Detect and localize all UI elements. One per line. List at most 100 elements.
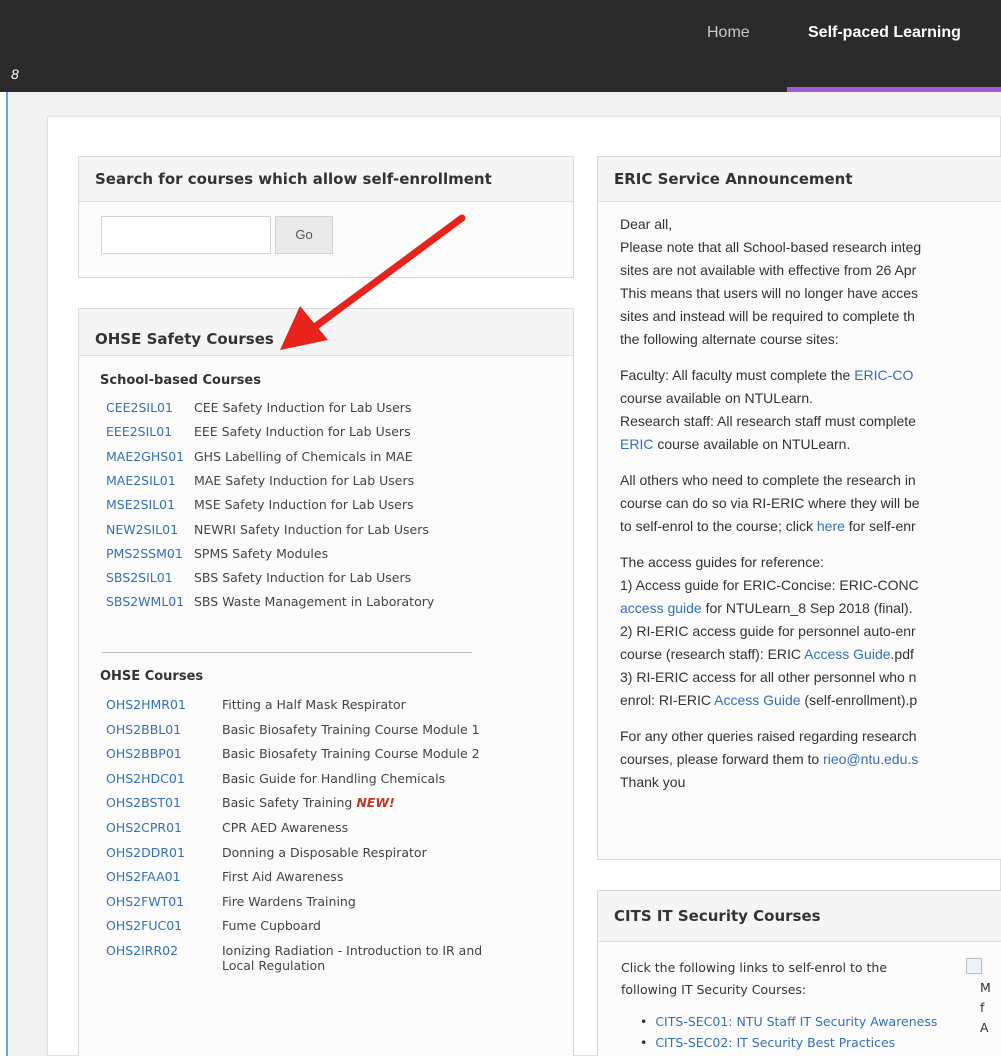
course-code-link[interactable]: OHS2BBP01 [106, 746, 182, 761]
others-line-3: to self-enrol to the course; click here … [620, 518, 916, 534]
course-row: MAE2SIL01 MAE Safety Induction for Lab Us… [106, 473, 566, 493]
guide-line: enrol: RI-ERIC Access Guide (self-enroll… [620, 692, 917, 708]
guide-line: access guide for NTULearn_8 Sep 2018 (fi… [620, 600, 913, 616]
course-name: Basic Biosafety Training Course Module 1 [222, 722, 480, 737]
active-tab-indicator [787, 87, 1001, 92]
guides-heading: The access guides for reference: [620, 554, 824, 570]
course-name: GHS Labelling of Chemicals in MAE [194, 449, 413, 464]
course-row: OHS2BST01 Basic Safety Training NEW! [106, 795, 566, 815]
notice-line: This means that users will no longer hav… [620, 285, 919, 301]
ri-eric-access-guide-link[interactable]: Access Guide [714, 692, 800, 708]
course-name: Donning a Disposable Respirator [222, 845, 427, 860]
self-enrol-here-link[interactable]: here [817, 518, 845, 534]
course-name-text: GHS Labelling of Chemicals in MAE [194, 448, 413, 464]
course-code-link[interactable]: OHS2BBL01 [106, 722, 181, 737]
course-code-link[interactable]: OHS2HDC01 [106, 771, 185, 786]
course-name: SBS Safety Induction for Lab Users [194, 570, 411, 585]
text: (self-enrollment).p [800, 692, 918, 708]
course-name: Fume Cupboard [222, 918, 321, 933]
course-row: OHS2HDC01 Basic Guide for Handling Chemic… [106, 771, 566, 791]
access-guide-link[interactable]: access guide [620, 600, 702, 616]
quick-link-icon[interactable]: 8 [11, 66, 19, 82]
course-code-link[interactable]: MAE2SIL01 [106, 473, 176, 488]
school-courses-heading: School-based Courses [100, 373, 261, 388]
guide-line: course (research staff): ERIC Access Gui… [620, 646, 914, 662]
course-row: OHS2DDR01 Donning a Disposable Respirator [106, 845, 566, 865]
course-name: MSE Safety Induction for Lab Users [194, 497, 414, 512]
course-name-text: First Aid Awareness [222, 869, 344, 885]
guide-line: 2) RI-ERIC access guide for personnel au… [620, 623, 916, 639]
course-code-link[interactable]: MAE2GHS01 [106, 449, 184, 464]
eric-concise-link[interactable]: ERIC-CO [854, 367, 913, 383]
course-name-text: Basic Biosafety Training Course Module 1 [222, 721, 480, 737]
course-name: EEE Safety Induction for Lab Users [194, 424, 411, 439]
course-code-link[interactable]: OHS2FWT01 [106, 894, 184, 909]
red-arrow-annotation [280, 214, 466, 350]
text: course available on NTULearn. [653, 436, 851, 452]
text: Faculty: All faculty must complete the [620, 367, 855, 383]
course-code-link[interactable]: PMS2SSM01 [106, 546, 183, 561]
course-code-link[interactable]: EEE2SIL01 [106, 424, 172, 439]
nav-self-paced-learning[interactable]: Self-paced Learning [808, 24, 961, 42]
notice-line: the following alternate course sites: [620, 331, 839, 347]
course-code-link[interactable]: CEE2SIL01 [106, 400, 173, 415]
course-code-link[interactable]: OHS2CPR01 [106, 820, 182, 835]
course-code-link[interactable]: MSE2SIL01 [106, 497, 175, 512]
course-name-line2: Local Regulation [222, 958, 326, 973]
text: for NTULearn_8 Sep 2018 (final). [701, 600, 913, 616]
text: .pdf [890, 646, 914, 662]
thank-you: Thank you [620, 774, 686, 790]
course-row: MAE2GHS01 GHS Labelling of Chemicals in M… [106, 449, 566, 469]
course-code-link[interactable]: SBS2SIL01 [106, 570, 173, 585]
course-code-link[interactable]: OHS2IRR02 [106, 943, 178, 958]
staff-line-2: ERIC course available on NTULearn. [620, 436, 850, 452]
email-link[interactable]: rieo@ntu.edu.s [823, 751, 918, 767]
cits-panel-title: CITS IT Security Courses [598, 891, 1001, 942]
cits-intro: following IT Security Courses: [621, 982, 807, 997]
course-row: EEE2SIL01 EEE Safety Induction for Lab Us… [106, 424, 566, 444]
course-name-text: Donning a Disposable Respirator [222, 844, 427, 860]
course-code-link[interactable]: OHS2DDR01 [106, 845, 185, 860]
course-name-text: Basic Safety Training [222, 795, 353, 811]
course-name-text: EEE Safety Induction for Lab Users [194, 424, 411, 440]
course-code-link[interactable]: OHS2FUC01 [106, 918, 182, 933]
course-row: OHS2IRR02 Ionizing Radiation - Introducti… [106, 943, 566, 973]
course-code-link[interactable]: OHS2HMR01 [106, 697, 186, 712]
queries-line: For any other queries raised regarding r… [620, 728, 917, 744]
eric-link[interactable]: ERIC [620, 436, 653, 452]
queries-line-2: courses, please forward them to rieo@ntu… [620, 751, 918, 767]
course-name-text: Fume Cupboard [222, 918, 321, 934]
course-name: MAE Safety Induction for Lab Users [194, 473, 414, 488]
text: to self-enrol to the course; click [620, 518, 817, 534]
eric-panel-title: ERIC Service Announcement [598, 157, 1001, 202]
cits-sec02-link[interactable]: CITS-SEC02: IT Security Best Practices [655, 1035, 895, 1050]
nav-home[interactable]: Home [707, 24, 750, 42]
side-text: M [980, 980, 991, 995]
faculty-line: Faculty: All faculty must complete the E… [620, 367, 913, 383]
notice-line: Please note that all School-based resear… [620, 239, 922, 255]
course-name-text: Basic Biosafety Training Course Module 2 [222, 746, 480, 762]
course-search-input[interactable] [101, 216, 271, 254]
course-name-text: SPMS Safety Modules [194, 545, 329, 561]
eric-access-guide-link[interactable]: Access Guide [804, 646, 890, 662]
bullet-icon: • [640, 1035, 656, 1050]
others-line: course can do so via RI-ERIC where they … [620, 495, 920, 511]
course-row: SBS2WML01 SBS Waste Management in Laborat… [106, 594, 566, 614]
course-name-text: CPR AED Awareness [222, 820, 349, 835]
course-code-link[interactable]: OHS2FAA01 [106, 869, 181, 884]
course-name: First Aid Awareness [222, 869, 343, 884]
course-code-link[interactable]: OHS2BST01 [106, 795, 181, 810]
course-code-link[interactable]: NEW2SIL01 [106, 522, 178, 537]
faculty-line-2: course available on NTULearn. [620, 390, 813, 406]
new-badge: NEW! [356, 795, 395, 811]
course-row: OHS2BBP01 Basic Biosafety Training Course… [106, 746, 566, 766]
course-name-text: Ionizing Radiation - Introduction to IR … [222, 943, 483, 958]
ohse-courses-heading: OHSE Courses [100, 669, 204, 684]
course-code-link[interactable]: SBS2WML01 [106, 594, 184, 609]
notice-line: sites are not available with effective f… [620, 262, 917, 278]
course-row: OHS2CPR01 CPR AED Awareness [106, 820, 566, 840]
course-name: Fitting a Half Mask Respirator [222, 697, 406, 712]
cits-sec01-link[interactable]: CITS-SEC01: NTU Staff IT Security Awaren… [655, 1014, 937, 1029]
text: courses, please forward them to [620, 751, 824, 767]
guide-line: 3) RI-ERIC access for all other personne… [620, 669, 917, 685]
